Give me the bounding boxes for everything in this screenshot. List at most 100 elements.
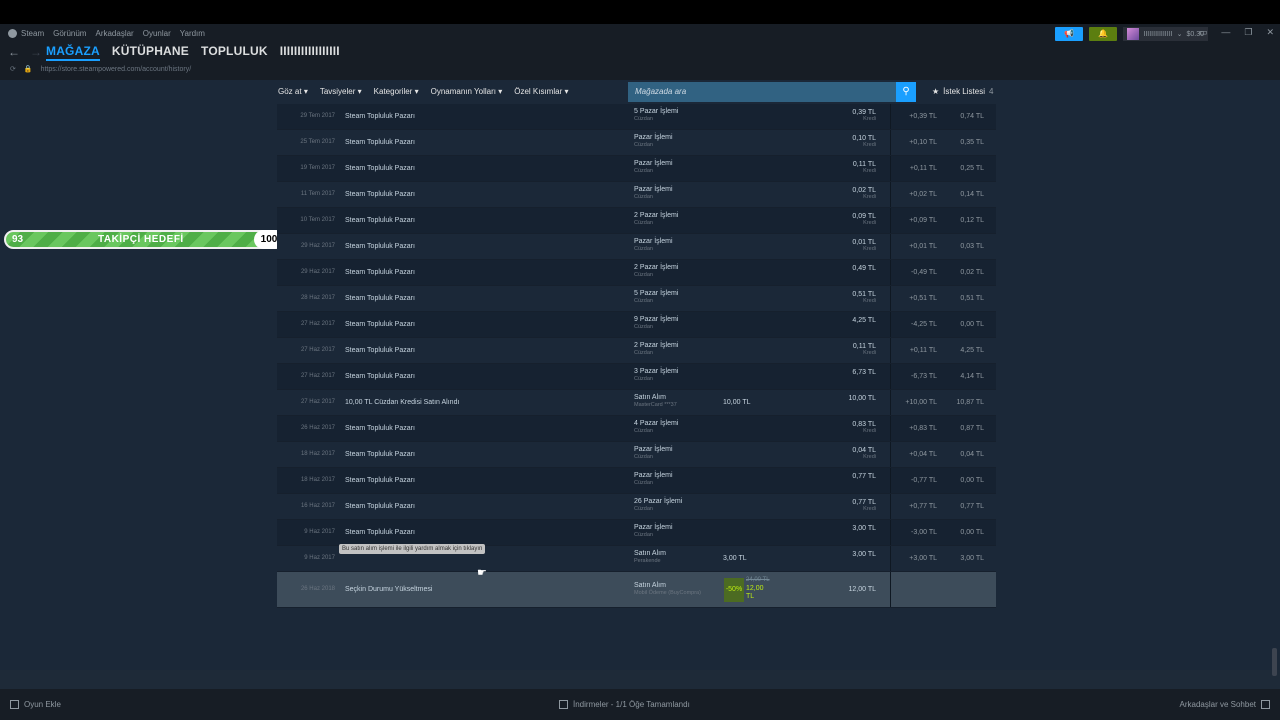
row-wallet-change: +0,11 TL — [909, 347, 937, 354]
announcement-button[interactable]: 📢 — [1055, 27, 1084, 41]
row-type: 2 Pazar İşlemi Cüzdan — [634, 264, 678, 278]
table-row[interactable]: 26 Haz 2017 Steam Topluluk Pazarı 4 Pazar … — [277, 416, 996, 442]
url-row: ⟳ 🔒 https://store.steampowered.com/accou… — [10, 65, 191, 74]
nav-browse[interactable]: Göz at ▾ — [278, 87, 308, 96]
table-row[interactable]: 9 Haz 2017 Steam Topluluk Pazarı Pazar İşl… — [277, 520, 996, 546]
row-amount-sub: Kredi — [863, 220, 876, 226]
row-type-sub: Cüzdan — [634, 246, 653, 252]
nav-categories-label: Kategoriler — [373, 87, 413, 96]
row-amount-value: 0,02 TL — [852, 187, 876, 194]
nav-special-sections[interactable]: Özel Kısımlar ▾ — [514, 87, 568, 96]
table-row[interactable]: 25 Tem 2017 Steam Topluluk Pazarı Pazar İş… — [277, 130, 996, 156]
table-row[interactable]: 18 Haz 2017 Steam Topluluk Pazarı Pazar İş… — [277, 468, 996, 494]
reload-icon[interactable]: ⟳ — [10, 65, 16, 73]
row-amount-value: 0,09 TL — [852, 213, 876, 220]
row-type: Pazar İşlemi Cüzdan — [634, 446, 673, 460]
wishlist-link[interactable]: ★ İstek Listesi 4 — [932, 87, 993, 96]
row-date: 27 Haz 2017 — [300, 373, 335, 379]
row-type-label: Pazar İşlemi — [634, 238, 673, 245]
row-amount: 0,77 TL Kredi — [852, 499, 876, 512]
search-icon: ⚲ — [902, 86, 910, 97]
row-type: Satın Alım Mobil Ödeme (BuyCompra) — [634, 582, 701, 596]
add-game-button[interactable]: Oyun Ekle — [10, 700, 61, 709]
monitor-icon[interactable]: ▭ — [1199, 27, 1208, 38]
minimize-icon[interactable]: — — [1221, 27, 1230, 38]
row-item: Steam Topluluk Pazarı — [345, 477, 415, 484]
table-row[interactable]: 19 Tem 2017 Steam Topluluk Pazarı Pazar İş… — [277, 156, 996, 182]
row-amount-sub: Kredi — [863, 246, 876, 252]
forward-arrow-icon[interactable]: → — [30, 45, 42, 59]
row-amount: 4,25 TL — [852, 317, 876, 324]
row-type-label: 2 Pazar İşlemi — [634, 342, 679, 349]
table-row[interactable]: 18 Haz 2017 Steam Topluluk Pazarı Pazar İş… — [277, 442, 996, 468]
follower-goal-overlay: 93 TAKİPÇİ HEDEFİ 100 — [4, 230, 285, 249]
close-icon[interactable]: ✕ — [1266, 27, 1274, 38]
row-type: 2 Pazar İşlemi Cüzdan — [634, 212, 678, 226]
table-row[interactable]: 29 Haz 2017 Steam Topluluk Pazarı 2 Pazar … — [277, 260, 996, 286]
chevron-down-icon: ▾ — [564, 87, 569, 96]
tab-username[interactable]: IIIIIIIIIIIIIIIII — [280, 44, 340, 61]
menu-steam[interactable]: Steam — [8, 29, 44, 38]
table-row-highlighted[interactable]: 26 Haz 2018 Seçkin Durumu Yükseltmesi Satı… — [277, 572, 996, 608]
table-row[interactable]: 29 Tem 2017 Steam Topluluk Pazarı 5 Pazar … — [277, 104, 996, 130]
store-nav-items: Göz at ▾ Tavsiyeler ▾ Kategoriler ▾ Oyna… — [278, 87, 568, 96]
row-amount: 10,00 TL — [848, 395, 876, 402]
row-type: Pazar İşlemi Cüzdan — [634, 160, 673, 174]
row-amount-sub: Kredi — [863, 116, 876, 122]
row-amount-value: 10,00 TL — [848, 395, 876, 402]
row-wallet-change: +10,00 TL — [905, 399, 937, 406]
nav-recommendations[interactable]: Tavsiyeler ▾ — [320, 87, 362, 96]
table-row[interactable]: 10 Tem 2017 Steam Topluluk Pazarı 2 Pazar … — [277, 208, 996, 234]
row-date: 19 Tem 2017 — [300, 165, 335, 171]
table-row[interactable]: 27 Haz 2017 Steam Topluluk Pazarı 2 Pazar … — [277, 338, 996, 364]
search-button[interactable]: ⚲ — [896, 82, 916, 102]
row-wallet-balance: 0,02 TL — [960, 269, 984, 276]
row-amount-sub: Kredi — [863, 428, 876, 434]
row-item: Steam Topluluk Pazarı — [345, 347, 415, 354]
nav-categories[interactable]: Kategoriler ▾ — [374, 87, 419, 96]
back-arrow-icon[interactable]: ← — [8, 45, 20, 59]
menu-friends[interactable]: Arkadaşlar — [95, 29, 133, 38]
chat-icon — [1261, 700, 1270, 709]
download-icon — [559, 700, 568, 709]
row-amount-value: 0,83 TL — [852, 421, 876, 428]
row-amount-value: 0,04 TL — [852, 447, 876, 454]
row-amount-sub: Kredi — [863, 506, 876, 512]
row-item: Steam Topluluk Pazarı — [345, 529, 415, 536]
table-row[interactable]: 27 Haz 2017 Steam Topluluk Pazarı 3 Pazar … — [277, 364, 996, 390]
table-row[interactable]: 11 Tem 2017 Steam Topluluk Pazarı Pazar İş… — [277, 182, 996, 208]
row-amount: 3,00 TL — [852, 525, 876, 532]
nav-ways-to-play[interactable]: Oynamanın Yolları ▾ — [431, 87, 503, 96]
downloads-button[interactable]: İndirmeler - 1/1 Öğe Tamamlandı — [559, 700, 690, 709]
row-amount: 0,10 TL Kredi — [852, 135, 876, 148]
restore-icon[interactable]: ❐ — [1244, 27, 1252, 38]
add-game-label: Oyun Ekle — [24, 700, 61, 709]
table-row[interactable]: 27 Haz 2017 Steam Topluluk Pazarı 9 Pazar … — [277, 312, 996, 338]
menu-view[interactable]: Görünüm — [53, 29, 86, 38]
table-row[interactable]: 27 Haz 2017 10,00 TL Cüzdan Kredisi Satın… — [277, 390, 996, 416]
row-wallet-change: +3,00 TL — [909, 555, 937, 562]
row-type-label: Pazar İşlemi — [634, 446, 673, 453]
table-row[interactable]: 16 Haz 2017 Steam Topluluk Pazarı 26 Pazar… — [277, 494, 996, 520]
row-item: Steam Topluluk Pazarı — [345, 451, 415, 458]
menu-help[interactable]: Yardım — [180, 29, 205, 38]
goal-current: 93 — [12, 234, 24, 245]
search-input[interactable]: Mağazada ara — [628, 82, 896, 102]
tab-community[interactable]: TOPLULUK — [201, 44, 268, 61]
friends-chat-button[interactable]: Arkadaşlar ve Sohbet — [1180, 700, 1270, 709]
tab-library[interactable]: KÜTÜPHANE — [112, 44, 189, 61]
table-row[interactable]: 29 Haz 2017 Steam Topluluk Pazarı Pazar İş… — [277, 234, 996, 260]
row-amount-sub: Kredi — [863, 454, 876, 460]
table-row[interactable]: 28 Haz 2017 Steam Topluluk Pazarı 5 Pazar … — [277, 286, 996, 312]
tab-store[interactable]: MAĞAZA — [46, 44, 100, 61]
menu-games[interactable]: Oyunlar — [143, 29, 171, 38]
notification-button[interactable]: 🔔 — [1089, 27, 1118, 41]
row-date: 9 Haz 2017 — [304, 555, 335, 561]
row-type-sub: Cüzdan — [634, 454, 653, 460]
scrollbar[interactable] — [1272, 648, 1277, 676]
row-amount-sub: Kredi — [863, 168, 876, 174]
row-date: 10 Tem 2017 — [300, 217, 335, 223]
row-amount-value: 0,10 TL — [852, 135, 876, 142]
user-menu[interactable]: IIIIIIIIIIIIIII ⌄ $0.30 — [1123, 27, 1208, 41]
row-date: 18 Haz 2017 — [300, 477, 335, 483]
